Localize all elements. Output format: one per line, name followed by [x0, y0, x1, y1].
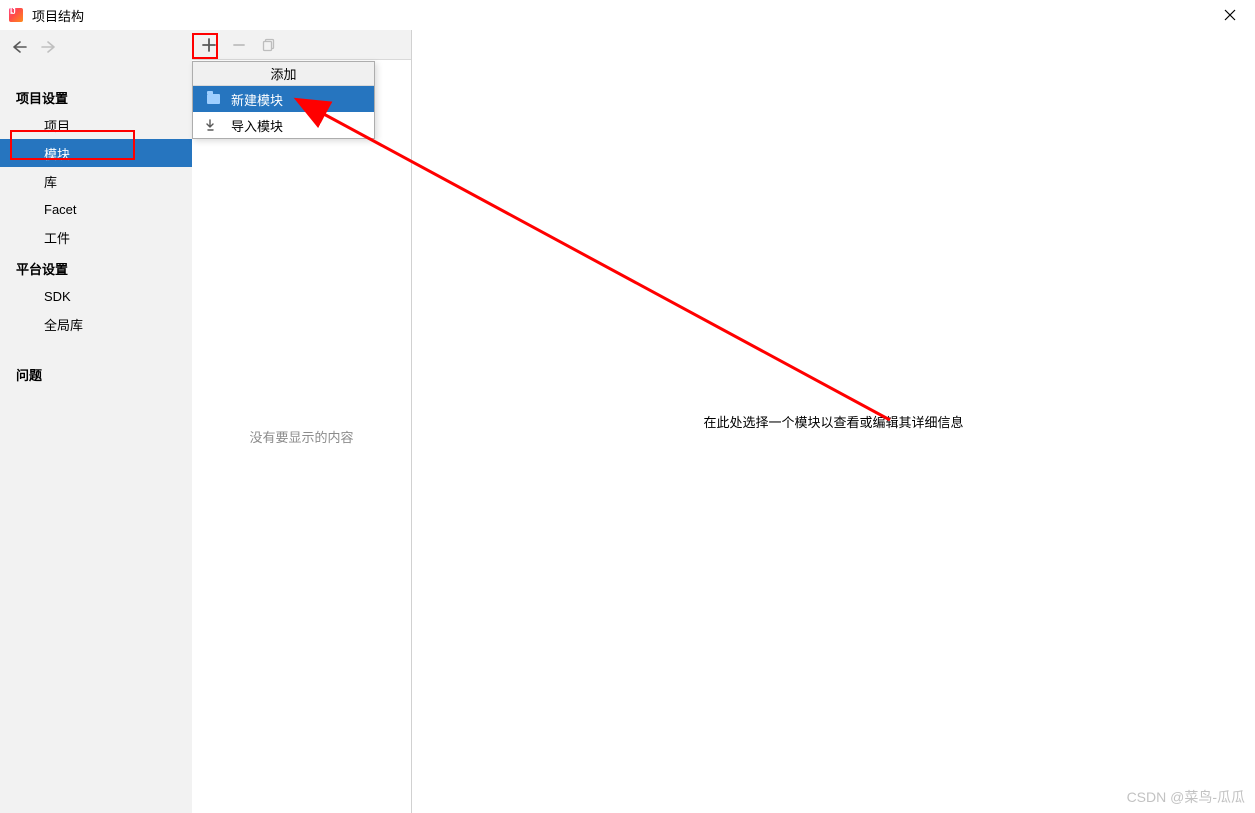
sidebar-item-sdks[interactable]: SDK — [0, 282, 192, 310]
plus-icon — [202, 38, 216, 52]
close-button[interactable] — [1215, 0, 1245, 30]
add-dropdown: 添加 新建模块 导入模块 — [192, 61, 375, 139]
section-header-project-settings: 项目设置 — [0, 80, 192, 111]
sidebar-item-global-libraries[interactable]: 全局库 — [0, 310, 192, 338]
sidebar-item-modules[interactable]: 模块 — [0, 139, 192, 167]
arrow-left-icon — [10, 40, 28, 54]
sidebar-item-libraries[interactable]: 库 — [0, 167, 192, 195]
sidebar: 项目设置 项目 模块 库 Facet 工件 平台设置 SDK 全局库 问题 — [0, 30, 192, 813]
app-icon: IJ — [8, 7, 24, 23]
dropdown-item-new-module[interactable]: 新建模块 — [193, 86, 374, 112]
sidebar-item-facets[interactable]: Facet — [0, 195, 192, 223]
empty-text: 没有要显示的内容 — [249, 427, 353, 446]
arrow-right-icon — [40, 40, 58, 54]
import-icon — [205, 117, 221, 133]
folder-icon — [205, 91, 221, 107]
title-bar: IJ 项目结构 — [0, 0, 1255, 30]
remove-module-button[interactable] — [230, 36, 248, 54]
module-list-panel: 没有要显示的内容 — [192, 30, 412, 813]
module-list-empty: 没有要显示的内容 — [192, 60, 411, 813]
watermark: CSDN @菜鸟-瓜瓜 — [1127, 787, 1245, 807]
window-title: 项目结构 — [32, 6, 84, 25]
dropdown-item-label: 新建模块 — [231, 90, 283, 109]
sidebar-item-project[interactable]: 项目 — [0, 111, 192, 139]
dropdown-item-label: 导入模块 — [231, 116, 283, 135]
forward-button[interactable] — [40, 39, 58, 57]
dropdown-header: 添加 — [193, 62, 374, 86]
section-header-platform-settings: 平台设置 — [0, 251, 192, 282]
nav-history — [0, 34, 192, 62]
dropdown-item-import-module[interactable]: 导入模块 — [193, 112, 374, 138]
copy-module-button[interactable] — [260, 36, 278, 54]
copy-icon — [262, 38, 276, 52]
detail-panel: 在此处选择一个模块以查看或编辑其详细信息 — [412, 30, 1255, 813]
module-toolbar — [192, 30, 411, 60]
detail-help-text: 在此处选择一个模块以查看或编辑其详细信息 — [703, 412, 963, 431]
main-layout: 项目设置 项目 模块 库 Facet 工件 平台设置 SDK 全局库 问题 — [0, 30, 1255, 813]
minus-icon — [232, 38, 246, 52]
sidebar-item-artifacts[interactable]: 工件 — [0, 223, 192, 251]
back-button[interactable] — [10, 39, 28, 57]
close-icon — [1224, 9, 1236, 21]
sidebar-item-problems[interactable]: 问题 — [0, 360, 192, 388]
add-module-button[interactable] — [200, 36, 218, 54]
